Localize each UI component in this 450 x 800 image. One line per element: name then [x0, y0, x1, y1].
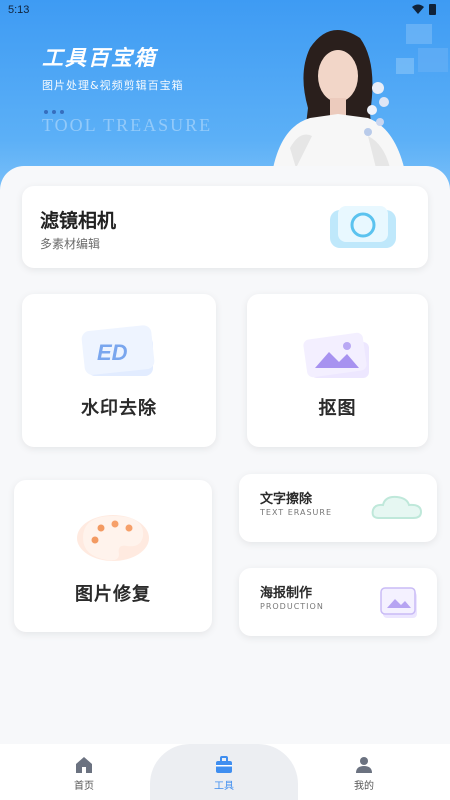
watermark-removal-title: 水印去除 [81, 398, 157, 419]
poster-subtitle: PRODUCTION [260, 602, 324, 611]
cutout-title: 抠图 [318, 398, 357, 419]
nav-home-label: 首页 [74, 781, 94, 792]
hero-subtitle: 图片处理&视频剪辑百宝箱 [42, 79, 184, 92]
watermark-stamp-text: ED [97, 340, 128, 365]
image-cutout-icon [302, 332, 369, 378]
photo-repair-title: 图片修复 [75, 584, 151, 605]
text-erasure-title: 文字擦除 [260, 492, 313, 507]
photo-repair-card[interactable]: 图片修复 [14, 480, 212, 632]
text-erasure-subtitle: TEXT ERASURE [260, 508, 333, 517]
profile-icon [356, 757, 372, 773]
filter-camera-title: 滤镜相机 [40, 210, 117, 232]
status-time: 5:13 [8, 4, 30, 16]
cutout-card[interactable]: 抠图 [247, 294, 428, 447]
nav-item-tools[interactable]: 工具 [194, 756, 254, 792]
poster-icon [380, 587, 417, 618]
battery-icon [429, 4, 436, 15]
filter-camera-subtitle: 多素材编辑 [40, 237, 101, 251]
watermark-removal-card[interactable]: ED 水印去除 [22, 294, 216, 447]
nav-profile-label: 我的 [354, 781, 374, 792]
hero-watermark-text: TOOL TREASURE [42, 115, 213, 135]
hero-model-image [270, 30, 408, 188]
nav-item-home[interactable]: 首页 [54, 756, 114, 792]
nav-tools-label: 工具 [214, 781, 234, 792]
text-erasure-card[interactable]: 文字擦除 TEXT ERASURE [239, 474, 437, 542]
toolbox-icon [216, 756, 232, 773]
wifi-icon [412, 4, 424, 14]
home-icon [76, 757, 92, 773]
poster-title: 海报制作 [260, 586, 313, 601]
filter-camera-card[interactable]: 滤镜相机 多素材编辑 [22, 186, 428, 268]
camera-icon [330, 206, 396, 248]
watermark-stamp-icon: ED [81, 325, 155, 376]
hero-title: 工具百宝箱 [42, 46, 157, 70]
cloud-icon [371, 495, 423, 519]
palette-icon [77, 515, 149, 561]
nav-item-profile[interactable]: 我的 [334, 756, 394, 792]
poster-card[interactable]: 海报制作 PRODUCTION [239, 568, 437, 636]
